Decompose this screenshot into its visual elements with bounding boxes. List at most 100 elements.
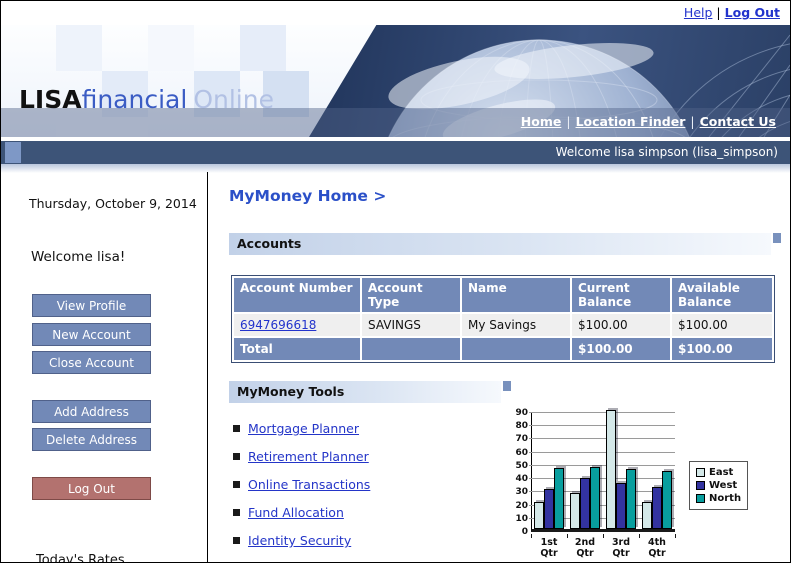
total-row: Total $100.00 $100.00	[234, 338, 772, 360]
sidebar-date: Thursday, October 9, 2014	[29, 196, 197, 211]
chart-x-tick-label: 2nd Qtr	[574, 537, 596, 559]
chart-bar-north	[554, 468, 564, 529]
chart-y-tick-label: 0	[521, 527, 528, 537]
total-empty-cell	[362, 338, 460, 360]
accounts-table: Account Number Account Type Name Current…	[231, 275, 775, 363]
add-address-button[interactable]: Add Address	[32, 400, 151, 423]
chart-x-tick-label: 3rd Qtr	[611, 537, 631, 559]
nav-home-link[interactable]: Home	[521, 114, 562, 129]
delete-address-button[interactable]: Delete Address	[32, 428, 151, 451]
chart-bar-west	[652, 487, 662, 529]
chart-gridline	[529, 478, 675, 480]
sidebar-clipped-text: Today's Rates	[36, 553, 125, 563]
chart-bar-east	[534, 502, 544, 529]
account-number-link[interactable]: 6947696618	[240, 318, 316, 332]
chart-gridline	[529, 425, 675, 427]
welcome-bar: Welcome lisa simpson (lisa_simpson)	[1, 141, 790, 164]
square-bullet-icon	[233, 537, 240, 544]
total-empty-cell	[462, 338, 570, 360]
legend-label: East	[709, 467, 734, 478]
logout-link[interactable]: Log Out	[725, 5, 780, 20]
legend-item-west: West	[696, 479, 741, 492]
chart-bar-east	[606, 410, 616, 529]
welcome-user-text: Welcome lisa simpson (lisa_simpson)	[555, 145, 778, 159]
nav-separator: |	[690, 114, 695, 129]
identity-security-link[interactable]: Identity Security	[248, 533, 351, 548]
legend-item-east: East	[696, 466, 741, 479]
utility-separator: |	[716, 5, 721, 20]
breadcrumb: MyMoney Home >	[229, 187, 387, 205]
view-profile-button[interactable]: View Profile	[32, 294, 151, 317]
chart-y-tick-label: 60	[515, 447, 528, 458]
tool-link-row: Mortgage Planner	[233, 421, 359, 439]
account-type-cell: SAVINGS	[362, 314, 460, 336]
fund-allocation-link[interactable]: Fund Allocation	[248, 505, 344, 520]
chart-y-tick-label: 80	[515, 421, 528, 432]
nav-contact-us-link[interactable]: Contact Us	[700, 114, 776, 129]
total-available-balance: $100.00	[672, 338, 772, 360]
square-bullet-icon	[233, 481, 240, 488]
chart-x-tick-mark	[639, 534, 640, 538]
square-bullet-icon	[233, 425, 240, 432]
chart-gridline	[529, 438, 675, 440]
chart-y-tick-label: 20	[515, 500, 528, 511]
total-current-balance: $100.00	[572, 338, 670, 360]
chart-x-tick-mark	[567, 534, 568, 538]
legend-item-north: North	[696, 492, 741, 505]
col-header-name: Name	[462, 278, 570, 312]
sidebar-greeting: Welcome lisa!	[31, 249, 126, 265]
new-account-button[interactable]: New Account	[32, 323, 151, 346]
mortgage-planner-link[interactable]: Mortgage Planner	[248, 421, 359, 436]
chart-bar-west	[580, 478, 590, 529]
current-balance-cell: $100.00	[572, 314, 670, 336]
legend-swatch-icon	[696, 468, 705, 477]
welcome-bar-accent-square	[5, 142, 21, 163]
col-header-account-type: Account Type	[362, 278, 460, 312]
quarterly-bar-chart: 0 10 20 30 40 50 60 70 80 90 1st Qtr 2nd Qtr 3rd Qtr 4t…	[514, 394, 790, 562]
tool-link-row: Fund Allocation	[233, 505, 344, 523]
total-label: Total	[234, 338, 360, 360]
tools-band-endcap	[503, 381, 511, 391]
sidebar-logout-button[interactable]: Log Out	[32, 477, 151, 500]
browser-page-frame: Help | Log Out LISAfinancial Online Home…	[0, 0, 791, 563]
legend-swatch-icon	[696, 481, 705, 490]
sidebar-divider	[207, 172, 208, 562]
tool-link-row: Retirement Planner	[233, 449, 369, 467]
nav-location-finder-link[interactable]: Location Finder	[576, 114, 686, 129]
chart-gridline	[529, 451, 675, 453]
chart-y-tick-label: 50	[515, 460, 528, 471]
col-header-account-number: Account Number	[234, 278, 360, 312]
chart-plot	[529, 410, 675, 532]
chart-bar-east	[642, 502, 652, 529]
accounts-section-header: Accounts	[229, 233, 771, 255]
accounts-table-header-row: Account Number Account Type Name Current…	[234, 278, 772, 312]
account-name-cell: My Savings	[462, 314, 570, 336]
close-account-button[interactable]: Close Account	[32, 351, 151, 374]
chart-bar-east	[570, 493, 580, 529]
tool-link-row: Online Transactions	[233, 477, 370, 495]
tool-link-row: Identity Security	[233, 533, 351, 551]
chart-gridline	[529, 464, 675, 466]
square-bullet-icon	[233, 509, 240, 516]
header-banner: LISAfinancial Online Home | Location Finder…	[1, 25, 790, 137]
chart-x-axis-labels: 1st Qtr 2nd Qtr 3rd Qtr 4th Qtr	[531, 534, 676, 562]
chart-y-tick-label: 70	[515, 434, 528, 445]
chart-gridline	[529, 412, 675, 413]
chart-y-axis-labels: 0 10 20 30 40 50 60 70 80 90	[514, 408, 529, 537]
chart-x-tick-label: 4th Qtr	[648, 537, 666, 559]
chart-y-tick-label: 40	[515, 474, 528, 485]
chart-bar-north	[626, 469, 636, 529]
chart-y-tick-label: 30	[515, 487, 528, 498]
chart-y-tick-label: 90	[515, 408, 528, 418]
chart-legend: East West North	[689, 461, 749, 510]
col-header-current-balance: Current Balance	[572, 278, 670, 312]
online-transactions-link[interactable]: Online Transactions	[248, 477, 370, 492]
help-link[interactable]: Help	[684, 5, 713, 20]
col-header-available-balance: Available Balance	[672, 278, 772, 312]
main-nav: Home | Location Finder | Contact Us	[1, 108, 790, 137]
banner-tile	[148, 25, 194, 71]
page: Help | Log Out LISAfinancial Online Home…	[0, 0, 797, 565]
retirement-planner-link[interactable]: Retirement Planner	[248, 449, 369, 464]
chart-bar-north	[590, 467, 600, 529]
legend-label: West	[709, 480, 738, 491]
